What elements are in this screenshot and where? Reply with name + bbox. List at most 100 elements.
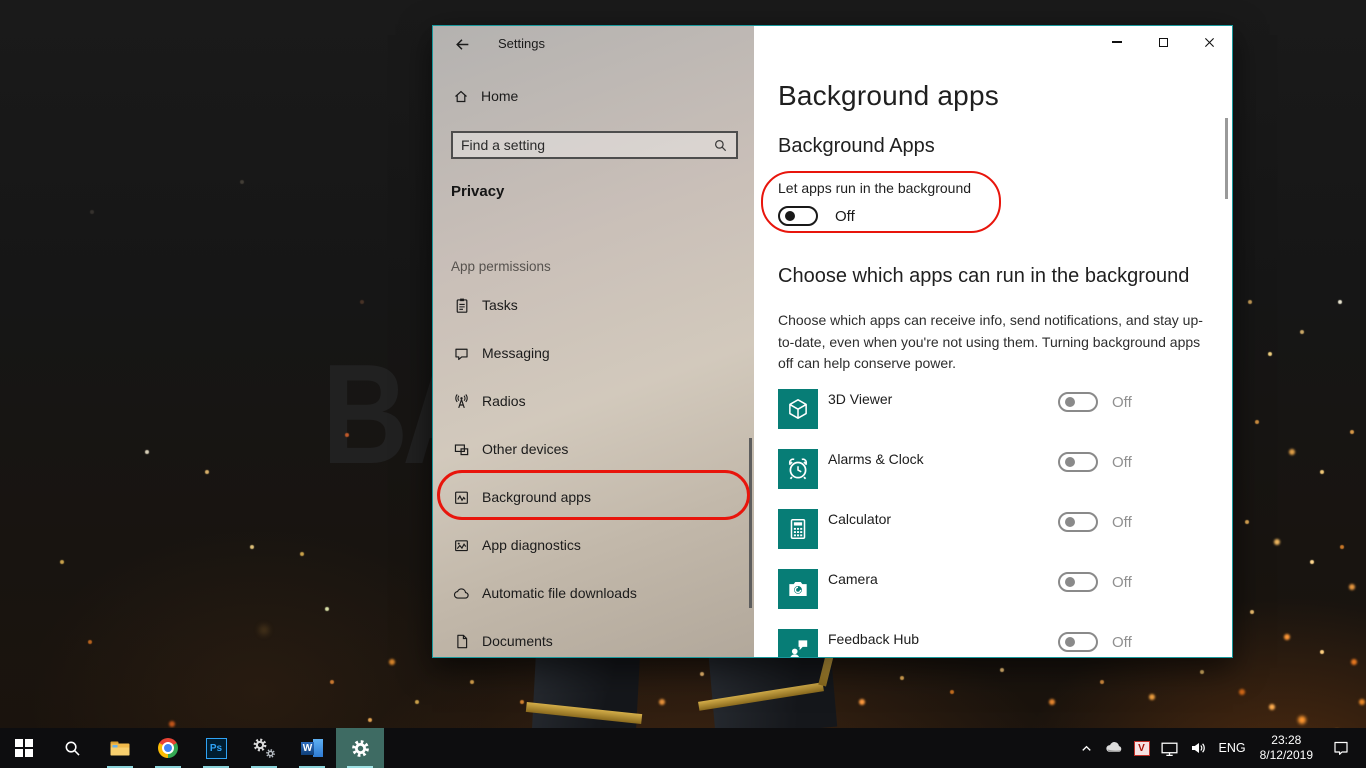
app-row-alarms-clock: Alarms & Clock Off bbox=[778, 449, 1208, 509]
app-tile bbox=[778, 449, 818, 489]
tray-time: 23:28 bbox=[1271, 733, 1302, 747]
minimize-icon bbox=[1112, 41, 1122, 43]
app-toggle[interactable] bbox=[1058, 632, 1098, 652]
taskbar-gears-app[interactable] bbox=[240, 728, 288, 768]
tray-onedrive[interactable] bbox=[1099, 728, 1129, 768]
search-icon bbox=[63, 739, 82, 758]
action-center-button[interactable] bbox=[1320, 728, 1366, 768]
feedback-icon bbox=[785, 636, 811, 658]
app-tile bbox=[778, 629, 818, 658]
camera-icon bbox=[785, 576, 811, 602]
radios-icon bbox=[453, 393, 470, 410]
sidebar-group-label: App permissions bbox=[451, 259, 551, 274]
wallpaper-figure-legs bbox=[525, 646, 864, 738]
settings-sidebar: Settings Home Privacy App permissions Ta… bbox=[433, 26, 754, 657]
page-title: Background apps bbox=[778, 80, 999, 111]
taskbar-search-button[interactable] bbox=[48, 728, 96, 768]
taskbar-file-explorer[interactable] bbox=[96, 728, 144, 768]
app-tile bbox=[778, 509, 818, 549]
sidebar-item-messaging[interactable]: Messaging bbox=[433, 329, 754, 377]
speaker-icon bbox=[1189, 739, 1207, 757]
cloud-icon bbox=[1104, 738, 1124, 758]
app-toggle[interactable] bbox=[1058, 572, 1098, 592]
sidebar-item-documents[interactable]: Documents bbox=[433, 617, 754, 657]
taskbar-word[interactable]: W bbox=[288, 728, 336, 768]
sidebar-item-home[interactable]: Home bbox=[453, 88, 518, 104]
app-list: 3D Viewer Off Alarms & Clock Off Calcula… bbox=[778, 389, 1208, 658]
cube-icon bbox=[785, 396, 811, 422]
close-button[interactable] bbox=[1186, 26, 1232, 58]
settings-search-box[interactable] bbox=[451, 131, 738, 159]
app-toggle[interactable] bbox=[1058, 512, 1098, 532]
sidebar-section-title: Privacy bbox=[451, 183, 505, 200]
app-tile bbox=[778, 389, 818, 429]
taskbar-photoshop[interactable]: Ps bbox=[192, 728, 240, 768]
content-scrollbar[interactable] bbox=[1225, 118, 1228, 199]
tray-clock[interactable]: 23:28 8/12/2019 bbox=[1253, 733, 1320, 763]
back-arrow-icon bbox=[454, 36, 471, 53]
alarm-icon bbox=[785, 456, 811, 482]
gears-icon bbox=[252, 737, 276, 759]
master-toggle-label: Let apps run in the background bbox=[778, 180, 972, 196]
other-devices-icon bbox=[453, 441, 470, 458]
app-toggle[interactable] bbox=[1058, 452, 1098, 472]
sidebar-item-background-apps[interactable]: Background apps bbox=[433, 473, 754, 521]
tasks-icon bbox=[453, 297, 470, 314]
settings-content: Background apps Background Apps Let apps… bbox=[754, 26, 1232, 657]
settings-window: Settings Home Privacy App permissions Ta… bbox=[432, 25, 1233, 658]
background-apps-icon bbox=[453, 489, 470, 506]
settings-gear-icon bbox=[350, 738, 371, 759]
sidebar-scrollbar[interactable] bbox=[749, 438, 752, 608]
back-button[interactable] bbox=[449, 33, 475, 55]
app-row-3d-viewer: 3D Viewer Off bbox=[778, 389, 1208, 449]
messaging-icon bbox=[453, 345, 470, 362]
photoshop-icon: Ps bbox=[205, 737, 227, 759]
taskbar: Ps W V ENG 23:28 8/12/2019 bbox=[0, 728, 1366, 768]
v-shield-icon: V bbox=[1133, 740, 1150, 756]
action-center-icon bbox=[1332, 739, 1350, 757]
word-icon: W bbox=[301, 738, 323, 758]
app-toggle[interactable] bbox=[1058, 392, 1098, 412]
taskbar-settings[interactable] bbox=[336, 728, 384, 768]
taskbar-chrome[interactable] bbox=[144, 728, 192, 768]
master-toggle[interactable] bbox=[778, 206, 818, 226]
home-label: Home bbox=[481, 88, 519, 104]
wallpaper-embers bbox=[0, 0, 4, 4]
app-row-calculator: Calculator Off bbox=[778, 509, 1208, 569]
tray-antivirus[interactable]: V bbox=[1129, 728, 1155, 768]
window-controls bbox=[1094, 26, 1232, 58]
app-row-camera: Camera Off bbox=[778, 569, 1208, 629]
maximize-button[interactable] bbox=[1140, 26, 1186, 58]
file-explorer-icon bbox=[110, 741, 130, 756]
section-heading-background-apps: Background Apps bbox=[778, 135, 935, 157]
search-icon bbox=[713, 138, 728, 153]
screen: BA Settings Home Privacy App permissions bbox=[0, 0, 1366, 768]
tray-chevron-up[interactable] bbox=[1074, 728, 1099, 768]
sidebar-item-radios[interactable]: Radios bbox=[433, 377, 754, 425]
tray-language[interactable]: ENG bbox=[1212, 741, 1253, 755]
sidebar-item-automatic-file-downloads[interactable]: Automatic file downloads bbox=[433, 569, 754, 617]
tray-volume[interactable] bbox=[1184, 728, 1212, 768]
minimize-button[interactable] bbox=[1094, 26, 1140, 58]
sidebar-item-tasks[interactable]: Tasks bbox=[433, 281, 754, 329]
section-heading-choose-apps: Choose which apps can run in the backgro… bbox=[778, 265, 1190, 287]
cloud-icon bbox=[453, 585, 470, 602]
window-title: Settings bbox=[498, 36, 545, 51]
search-input[interactable] bbox=[453, 137, 713, 153]
home-icon bbox=[453, 88, 469, 104]
sidebar-nav: Tasks Messaging Radios Other devices Bac… bbox=[433, 281, 754, 657]
master-toggle-state: Off bbox=[835, 208, 855, 225]
maximize-icon bbox=[1158, 37, 1168, 47]
tray-network[interactable] bbox=[1155, 728, 1184, 768]
tray-date: 8/12/2019 bbox=[1259, 748, 1313, 762]
documents-icon bbox=[453, 633, 470, 650]
close-icon bbox=[1204, 37, 1215, 48]
app-tile bbox=[778, 569, 818, 609]
start-button[interactable] bbox=[0, 728, 48, 768]
app-diagnostics-icon bbox=[453, 537, 470, 554]
sidebar-item-other-devices[interactable]: Other devices bbox=[433, 425, 754, 473]
sidebar-item-app-diagnostics[interactable]: App diagnostics bbox=[433, 521, 754, 569]
app-row-feedback-hub: Feedback Hub Off bbox=[778, 629, 1208, 658]
chrome-icon bbox=[158, 738, 178, 758]
toggle-knob bbox=[785, 211, 795, 221]
